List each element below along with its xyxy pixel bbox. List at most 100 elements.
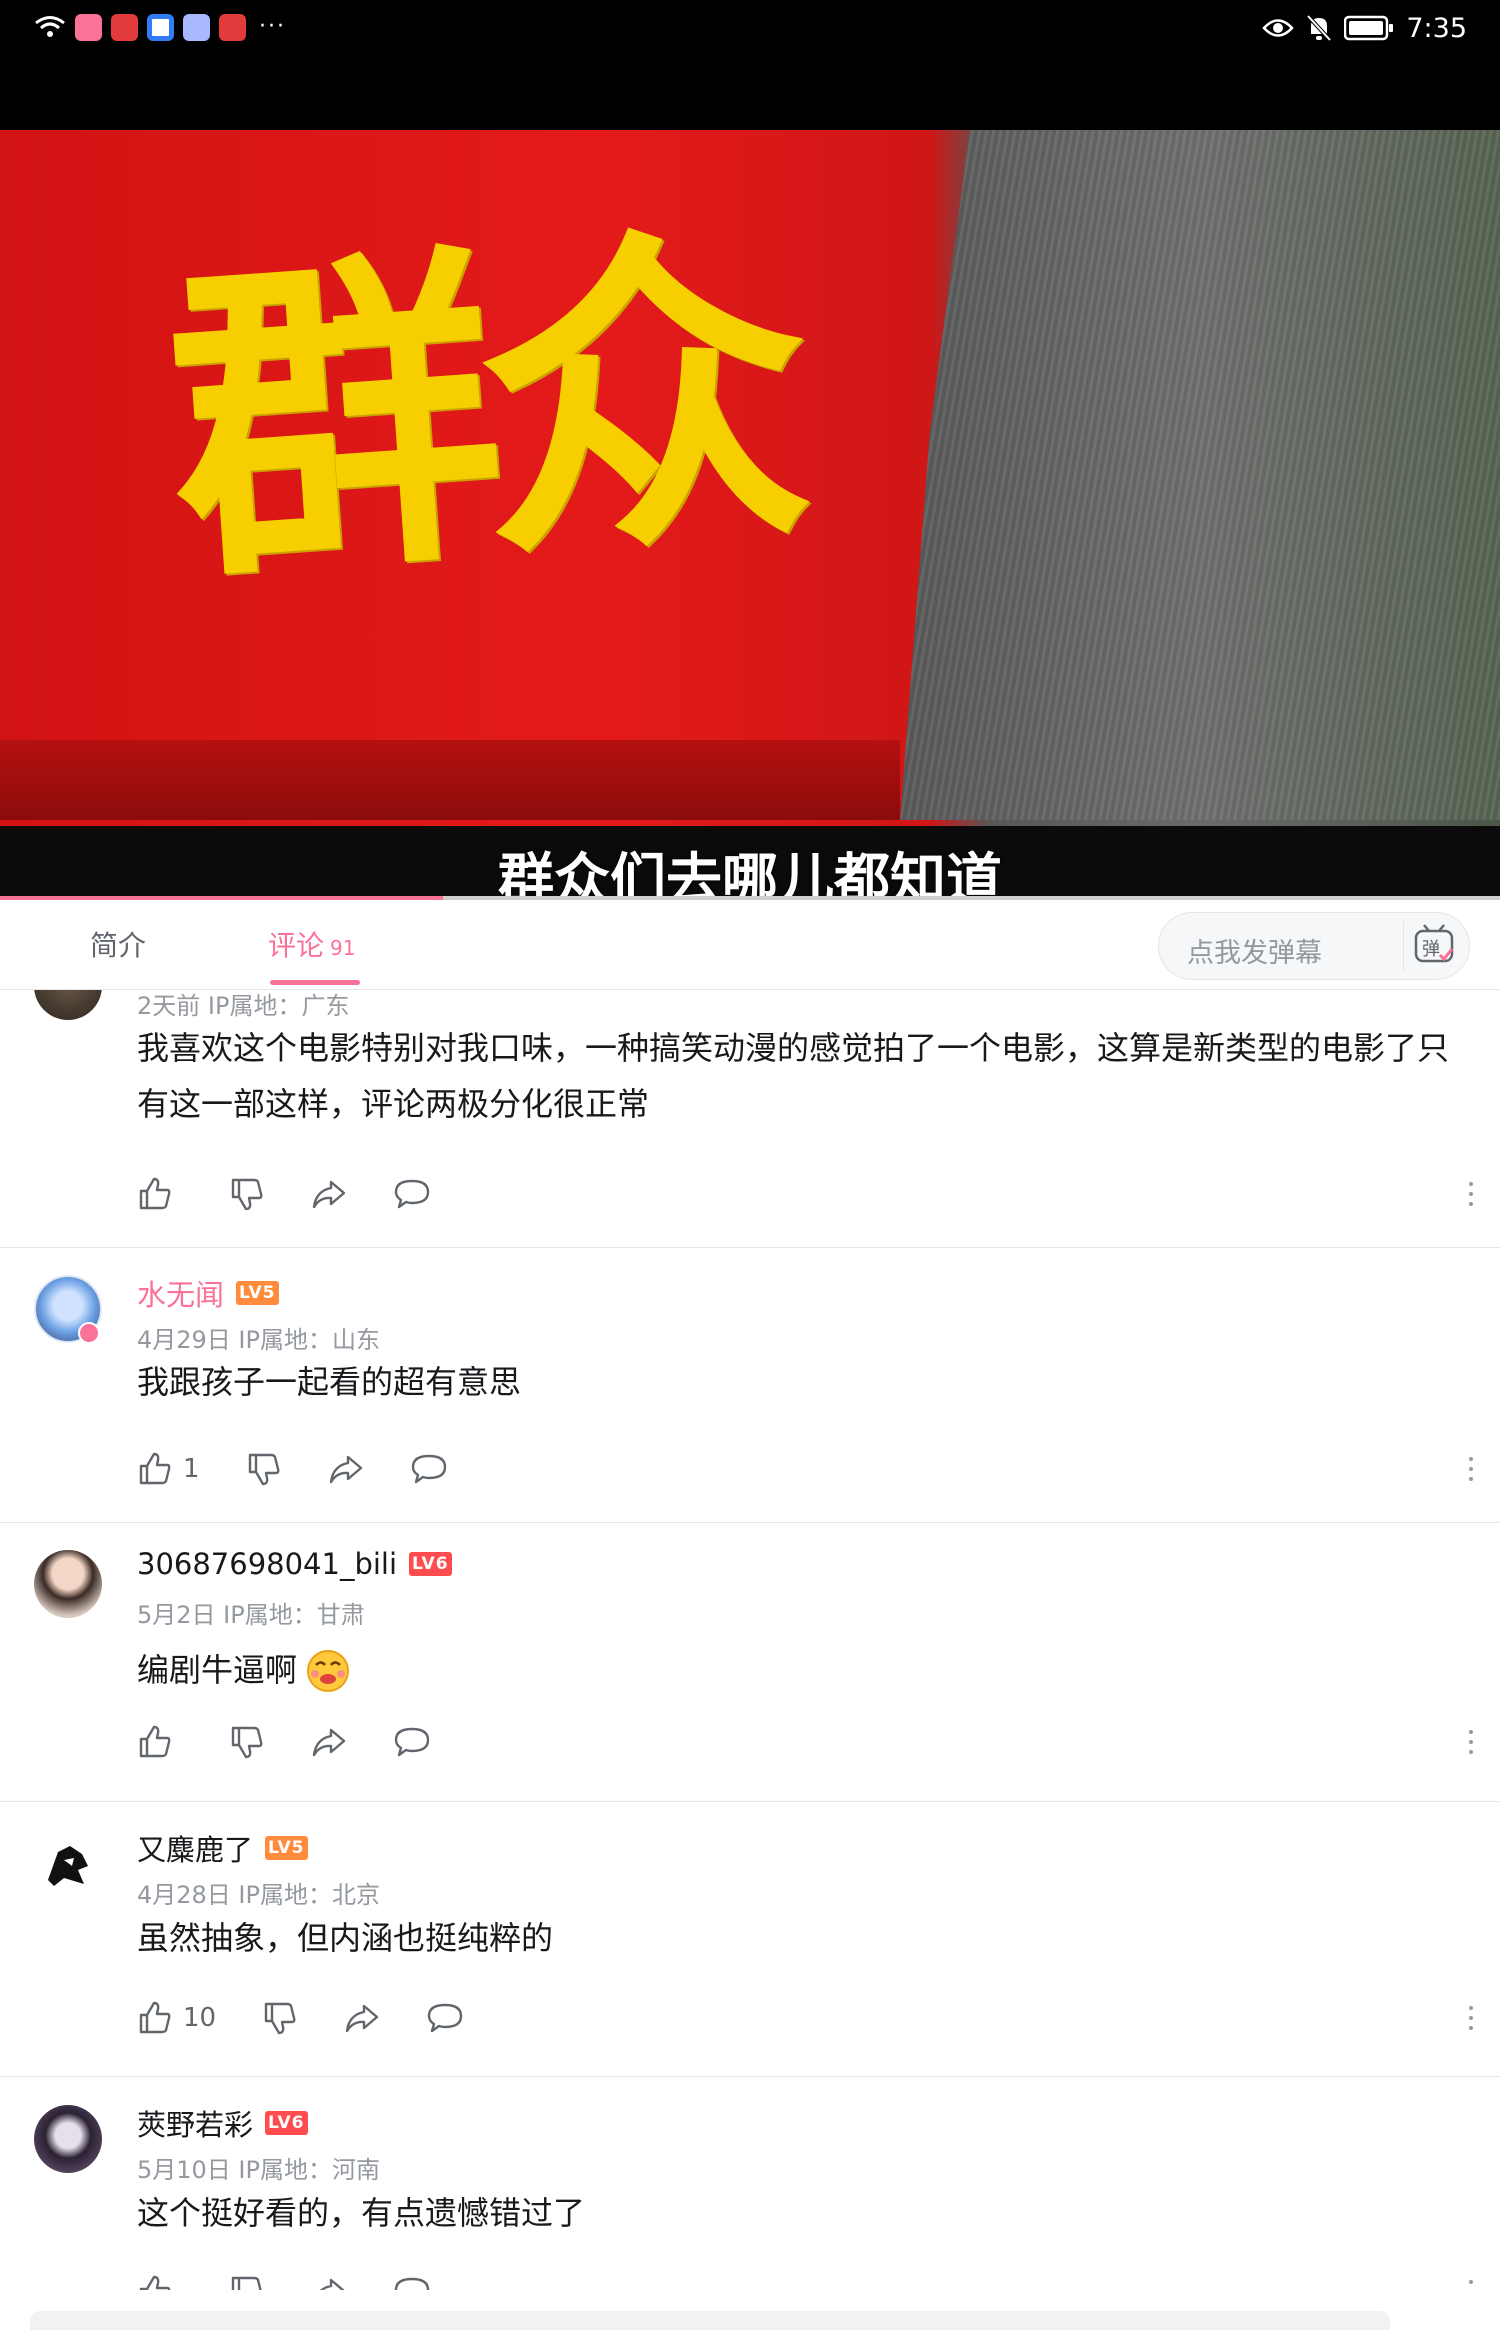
security-app-icon <box>147 13 174 41</box>
thumbs-down-icon <box>231 1726 263 1759</box>
comment-actions <box>137 1174 477 1214</box>
thumbs-up-icon <box>139 2275 171 2290</box>
share-button[interactable] <box>311 1724 347 1760</box>
reply-icon <box>411 1454 446 1484</box>
dislike-button[interactable] <box>229 2274 265 2290</box>
username[interactable]: 又麋鹿了 LV5 <box>137 1827 308 1869</box>
battery-icon <box>1344 15 1394 41</box>
dislike-button[interactable] <box>229 1724 265 1760</box>
level-badge: LV5 <box>236 1281 279 1305</box>
comment-actions <box>137 2272 477 2290</box>
comment-more-button[interactable] <box>1466 1722 1476 1762</box>
like-button[interactable] <box>137 2274 183 2290</box>
comment-more-button[interactable] <box>1466 1998 1476 2038</box>
comment-content: 虽然抽象，但内涵也挺纯粹的 <box>137 1919 554 1957</box>
share-icon <box>319 2278 345 2290</box>
music-app-icon <box>183 13 210 41</box>
share-button[interactable] <box>344 2000 380 2036</box>
bilibili-app-icon <box>75 13 102 41</box>
comment-actions <box>137 1722 477 1762</box>
tab-comments[interactable]: 评论 91 <box>268 924 355 964</box>
divider <box>0 1522 1500 1523</box>
thumbs-up-icon <box>139 1452 171 1485</box>
video-frame-armband-fold <box>0 740 900 820</box>
level-badge: LV6 <box>409 1552 452 1576</box>
username[interactable]: 莢野若彩 LV6 <box>137 2102 308 2144</box>
video-frame-sweater <box>900 130 1500 820</box>
comment-actions: 1 <box>137 1449 494 1489</box>
reply-icon <box>394 1727 430 1757</box>
tab-comments-label: 评论 <box>268 929 325 962</box>
comment-list[interactable]: 2天前 IP属地：广东 我喜欢这个电影特别对我口味，一种搞笑动漫的感觉拍了一个电… <box>0 990 1500 2290</box>
thumbs-down-icon <box>248 1453 279 1486</box>
like-button[interactable] <box>137 1724 183 1760</box>
huawei-app-icon <box>111 13 138 41</box>
username[interactable]: 30687698041_bili LV6 <box>137 1547 452 1581</box>
tab-active-indicator <box>270 980 360 985</box>
tab-intro[interactable]: 简介 <box>90 924 146 964</box>
share-icon <box>329 1455 362 1484</box>
reply-button[interactable] <box>426 2000 464 2036</box>
danmaku-toggle-button[interactable]: 弹 <box>1403 921 1459 971</box>
comment-meta: 4月29日 IP属地：山东 <box>137 1326 380 1354</box>
emoji-icon <box>307 1650 350 1692</box>
level-badge: LV5 <box>265 1836 308 1860</box>
share-button[interactable] <box>311 2274 347 2290</box>
share-button[interactable] <box>328 1451 364 1487</box>
divider <box>0 1801 1500 1802</box>
like-button[interactable]: 10 <box>137 2000 216 2036</box>
comment-meta: 5月10日 IP属地：河南 <box>137 2156 380 2184</box>
comment-content: 我喜欢这个电影特别对我口味，一种搞笑动漫的感觉拍了一个电影，这算是新类型的电影了… <box>137 1029 1450 1123</box>
thumbs-up-icon <box>139 1177 171 1210</box>
reply-icon <box>427 2003 463 2033</box>
dislike-button[interactable] <box>246 1451 282 1487</box>
like-count: 1 <box>183 1454 200 1484</box>
comment-more-button[interactable] <box>1466 1449 1476 1489</box>
status-bar: ··· 7:35 <box>0 0 1500 130</box>
share-icon <box>312 1180 346 1209</box>
comment-meta: 2天前 IP属地：广东 <box>137 992 350 1020</box>
thumbs-up-icon <box>139 1725 171 1758</box>
username[interactable]: 水无闻 LV5 <box>137 1272 279 1314</box>
danmaku-icon-char: 弹 <box>1422 939 1440 960</box>
danmaku-icon: 弹 <box>1414 924 1454 963</box>
comment-meta: 5月2日 IP属地：甘肃 <box>137 1601 365 1629</box>
tab-comments-count: 91 <box>330 936 356 960</box>
video-player[interactable]: 群众 群众们去哪儿都知道 <box>0 130 1500 900</box>
huawei-app-icon <box>219 13 246 41</box>
reply-button[interactable] <box>410 1451 448 1487</box>
avatar[interactable] <box>34 2105 102 2173</box>
comment-content: 这个挺好看的，有点遗憾错过了 <box>137 2194 586 2232</box>
thumbs-down-icon <box>231 1178 263 1211</box>
share-icon <box>345 2004 379 2033</box>
comment-more-button[interactable] <box>1466 2272 1476 2290</box>
reply-button[interactable] <box>393 1724 431 1760</box>
video-subtitle: 群众们去哪儿都知道 <box>498 848 1002 900</box>
like-button[interactable]: 1 <box>137 1451 200 1487</box>
avatar[interactable] <box>34 990 102 1020</box>
comment-input-bar[interactable] <box>30 2311 1390 2330</box>
more-notifications: ··· <box>259 14 286 39</box>
share-button[interactable] <box>311 1176 347 1212</box>
wifi-icon <box>35 16 65 37</box>
clock: 7:35 <box>1406 12 1467 44</box>
notification-icons: ··· <box>34 12 286 42</box>
avatar[interactable] <box>34 1550 102 1618</box>
eye-icon <box>1262 19 1295 37</box>
like-button[interactable] <box>137 1176 183 1212</box>
reply-button[interactable] <box>393 1176 431 1212</box>
danmaku-input[interactable]: 点我发弹幕 <box>1187 931 1322 970</box>
comment-meta: 4月28日 IP属地：北京 <box>137 1881 380 1909</box>
dislike-button[interactable] <box>229 1176 265 1212</box>
thumbs-down-icon <box>231 2276 262 2290</box>
danmaku-input-box[interactable]: 点我发弹幕 弹 <box>1158 912 1470 980</box>
comment-more-button[interactable] <box>1466 1174 1476 1214</box>
video-frame-text: 群众 <box>157 196 803 624</box>
dislike-button[interactable] <box>262 2000 298 2036</box>
system-indicators: 7:35 <box>1262 12 1467 44</box>
reply-button[interactable] <box>393 2274 431 2290</box>
thumbs-down-icon <box>264 2002 296 2035</box>
avatar[interactable] <box>34 1830 102 1898</box>
reply-icon <box>394 2277 430 2290</box>
comment-content: 编剧牛逼啊 <box>137 1642 1467 1698</box>
